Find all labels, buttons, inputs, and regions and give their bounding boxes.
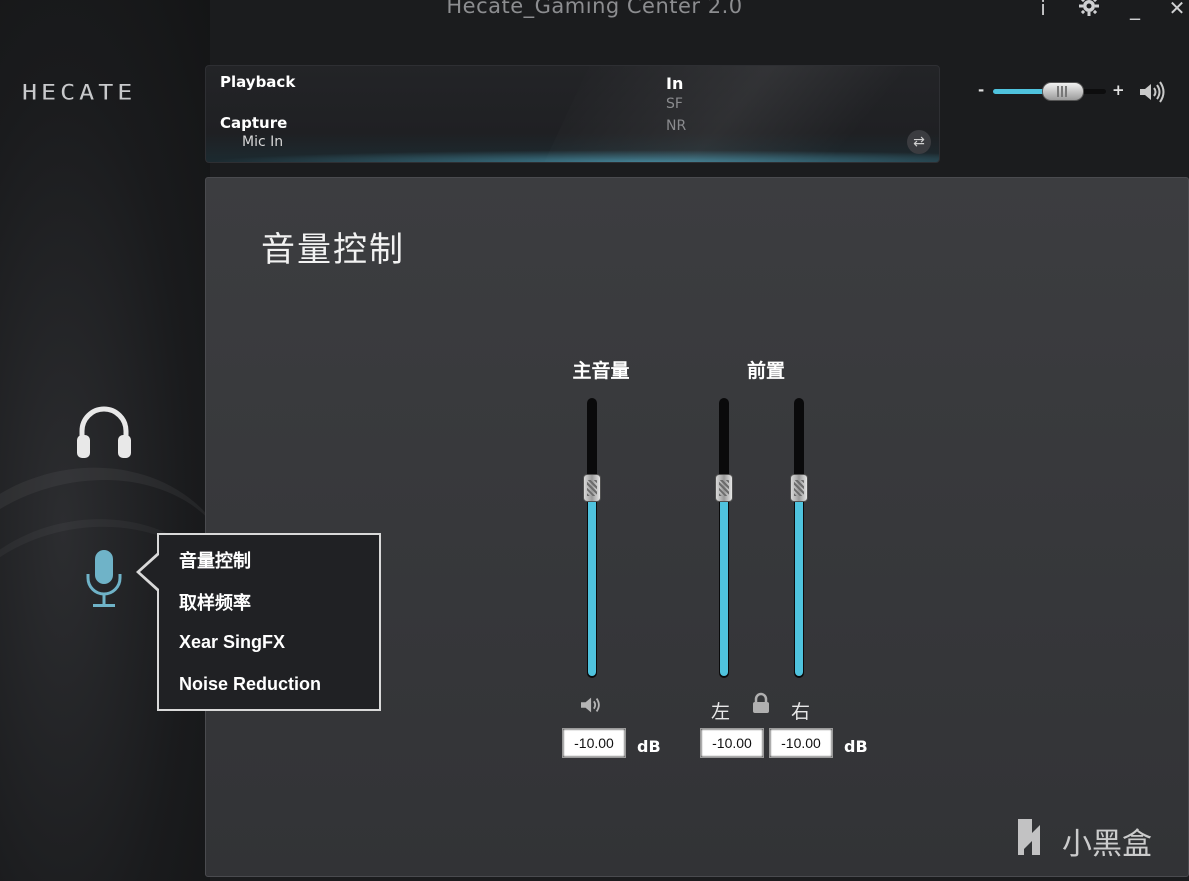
close-button[interactable]: ✕ (1163, 0, 1189, 20)
gear-icon (1079, 0, 1099, 16)
front-volume-unit: dB (844, 737, 868, 756)
status-panel: Playback Capture Mic In In SF NR ⇄ (205, 65, 940, 163)
master-volume-plus[interactable]: + (1112, 81, 1125, 99)
swap-arrows-icon: ⇄ (913, 134, 925, 150)
main-volume-slider[interactable] (583, 398, 601, 678)
menu-item-volume-control[interactable]: 音量控制 (179, 547, 251, 573)
hecate-logo: HECATE (22, 80, 137, 105)
main-volume-db-input[interactable]: -10.00 (562, 728, 626, 758)
watermark-logo-icon (1018, 819, 1040, 855)
front-right-db-input[interactable]: -10.00 (769, 728, 833, 758)
front-left-slider[interactable] (715, 398, 733, 678)
front-left-db-input[interactable]: -10.00 (700, 728, 764, 758)
window-title: Hecate_Gaming Center 2.0 (446, 0, 743, 18)
front-right-slider[interactable] (790, 398, 808, 678)
minimize-button[interactable]: _ (1121, 0, 1149, 20)
master-volume-minus[interactable]: - (978, 81, 984, 99)
panel-shine (533, 66, 939, 162)
main-volume-unit: dB (637, 737, 661, 756)
main-volume-thumb[interactable] (583, 473, 601, 502)
master-volume-slider[interactable] (993, 82, 1106, 101)
capture-device: Mic In (242, 134, 284, 150)
lock-icon[interactable] (752, 692, 770, 714)
mic-menu: 音量控制 取样频率 Xear SingFX Noise Reduction (157, 533, 381, 711)
front-right-thumb[interactable] (790, 473, 808, 502)
speaker-icon[interactable] (579, 694, 605, 716)
microphone-icon[interactable] (84, 548, 124, 610)
settings-button[interactable] (1075, 0, 1103, 20)
playback-label: Playback (220, 73, 296, 91)
speaker-icon[interactable] (1138, 80, 1166, 104)
popup-arrow-inner (140, 555, 159, 589)
watermark: 小黑盒 (1010, 815, 1170, 862)
input-header: In (666, 74, 684, 93)
main-volume-fill (588, 488, 596, 676)
page-title: 音量控制 (261, 230, 405, 270)
main-volume-label: 主音量 (572, 360, 630, 382)
menu-item-sample-rate[interactable]: 取样频率 (179, 589, 251, 615)
swap-button[interactable]: ⇄ (907, 130, 931, 154)
menu-item-xear-singfx[interactable]: Xear SingFX (179, 632, 285, 653)
info-button[interactable]: i (1029, 0, 1057, 20)
panel-glow (206, 150, 939, 162)
front-right-fill (795, 488, 803, 676)
front-left-thumb[interactable] (715, 473, 733, 502)
feature-sf: SF (666, 96, 683, 112)
master-volume-thumb[interactable] (1042, 82, 1085, 101)
feature-nr: NR (666, 118, 687, 134)
menu-item-noise-reduction[interactable]: Noise Reduction (179, 674, 321, 695)
headphones-icon[interactable] (74, 403, 134, 461)
watermark-text: 小黑盒 (1062, 827, 1152, 862)
front-right-label: 右 (791, 701, 811, 723)
front-left-fill (720, 488, 728, 676)
front-left-label: 左 (711, 701, 731, 723)
main-panel: 音量控制 主音量 前置 左 右 -10.00 dB -10.00 -10.00 … (205, 177, 1189, 877)
front-volume-label: 前置 (746, 360, 785, 382)
capture-label: Capture (220, 114, 288, 132)
